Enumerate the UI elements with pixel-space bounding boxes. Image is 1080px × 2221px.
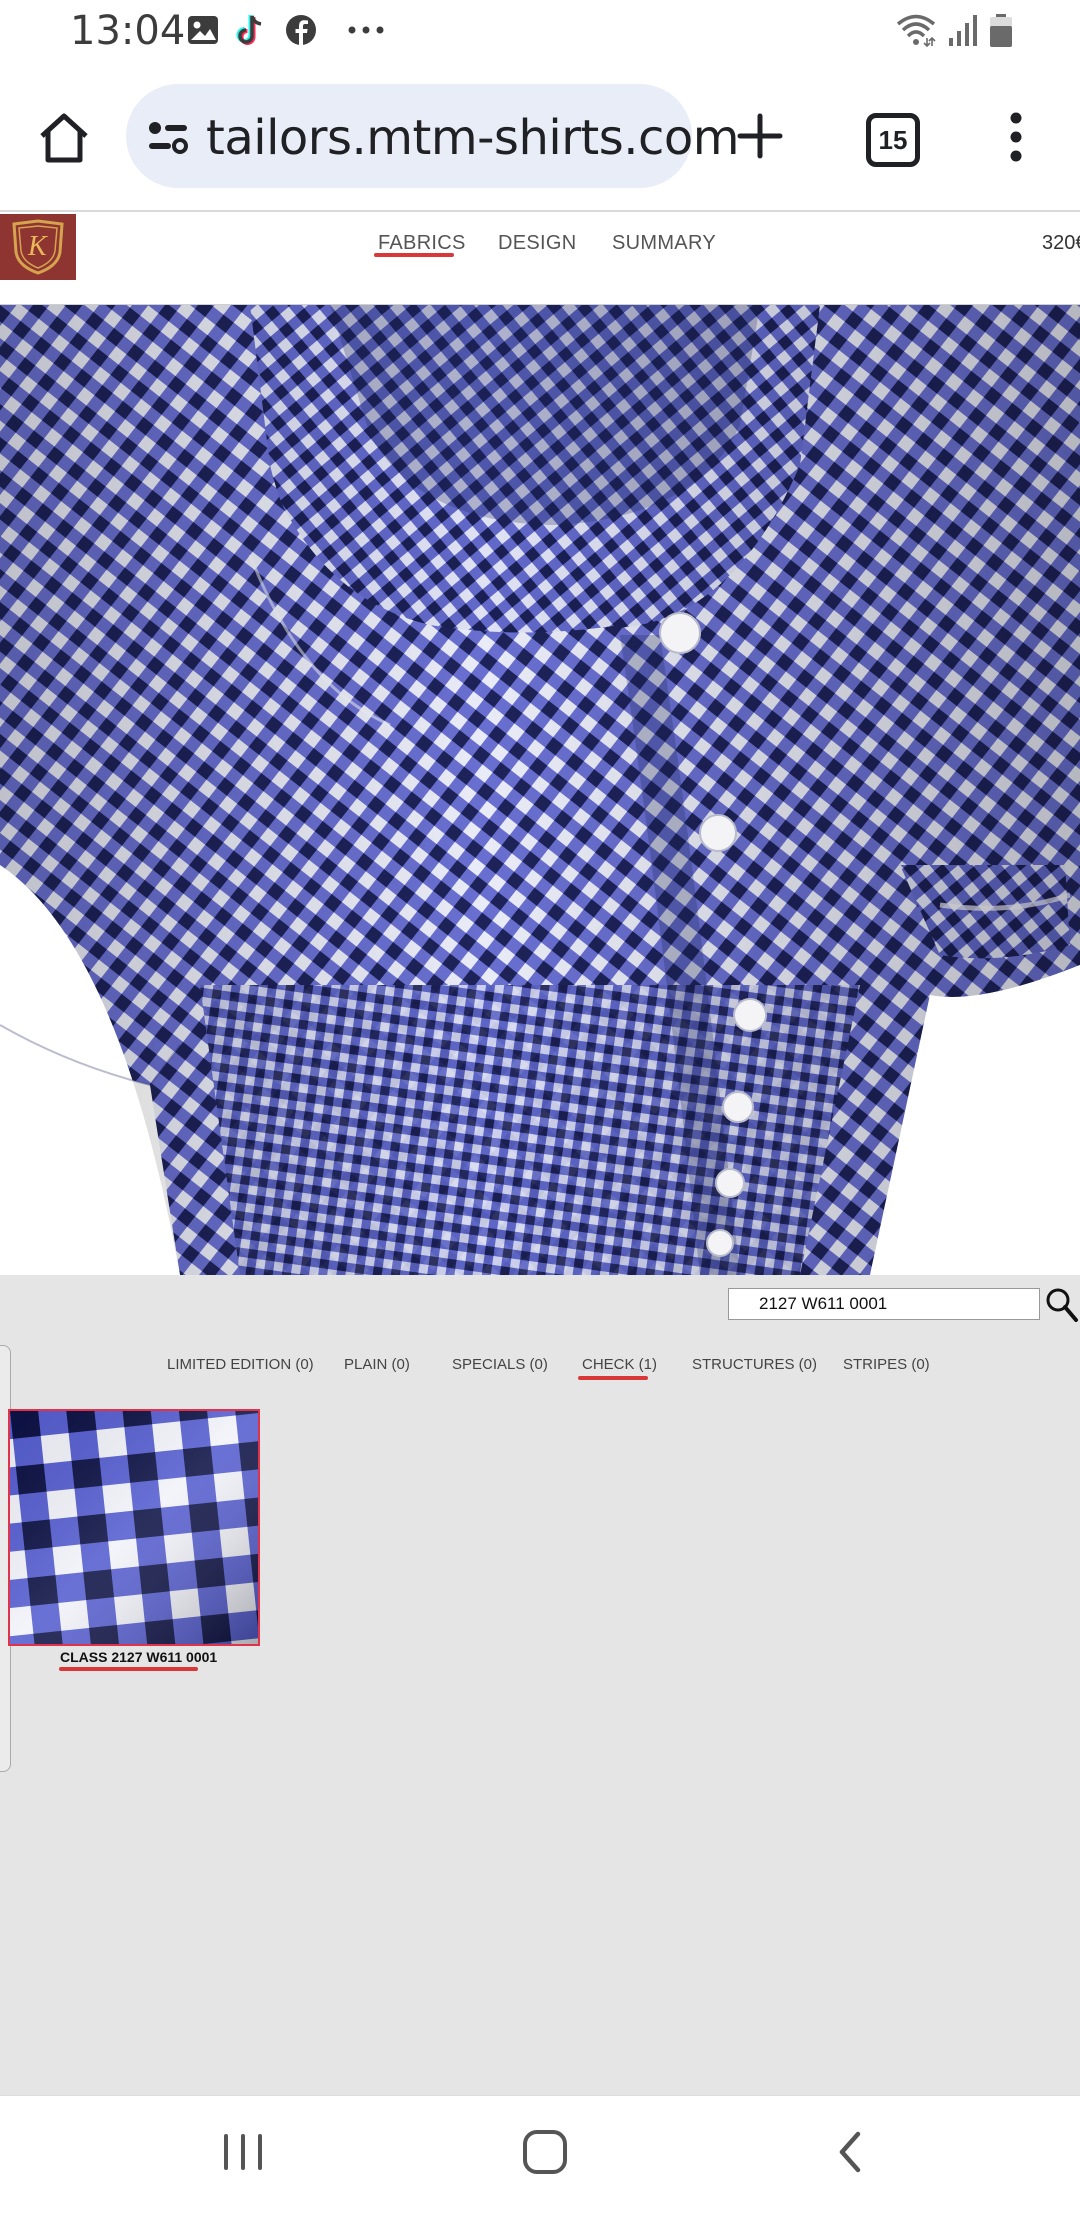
swatch-label-underline [59,1667,198,1671]
tab-check[interactable]: CHECK (1) [582,1356,657,1373]
more-dots-icon [348,26,384,34]
new-tab-plus-icon[interactable] [736,112,784,160]
menu-kebab-icon[interactable] [998,110,1034,164]
nav-summary[interactable]: SUMMARY [612,232,716,255]
search-icon[interactable] [1044,1284,1078,1324]
url-text[interactable]: tailors.mtm-shirts.com [206,110,740,166]
shirt-render-image [0,305,1080,1275]
wifi-icon [896,14,936,48]
fabric-search-input[interactable] [728,1288,1040,1320]
nav-fabrics-underline [374,253,454,257]
fabric-swatch-image [10,1411,258,1644]
nav-fabrics[interactable]: FABRICS [378,232,466,255]
back-icon[interactable] [830,2128,870,2176]
price-total: 320€ [1042,232,1080,254]
battery-icon [990,14,1012,47]
site-settings-icon[interactable] [146,118,190,158]
tiktok-icon [236,15,262,45]
fabric-swatch[interactable] [8,1409,260,1646]
facebook-icon [286,15,316,45]
nav-design[interactable]: DESIGN [498,232,576,255]
home-button-icon[interactable] [520,2128,570,2176]
tabs-icon[interactable]: 15 [866,113,920,167]
tab-check-underline [578,1376,648,1380]
brand-logo[interactable]: K [0,214,76,280]
tab-stripes[interactable]: STRIPES (0) [843,1356,930,1373]
tab-specials[interactable]: SPECIALS (0) [452,1356,548,1373]
logo-letter: K [28,231,47,262]
site-header [0,210,1080,307]
fabric-panel [0,1275,1080,2095]
status-time: 13:04 [70,8,186,54]
gallery-icon [188,16,218,44]
tab-plain[interactable]: PLAIN (0) [344,1356,410,1373]
signal-icon [949,15,977,46]
recent-apps-icon[interactable] [218,2130,268,2174]
shirt-preview[interactable] [0,305,1080,1275]
fabric-swatch-label[interactable]: CLASS 2127 W611 0001 [60,1649,217,1665]
tab-limited-edition[interactable]: LIMITED EDITION (0) [167,1356,314,1373]
tab-structures[interactable]: STRUCTURES (0) [692,1356,817,1373]
home-icon[interactable] [36,110,92,166]
